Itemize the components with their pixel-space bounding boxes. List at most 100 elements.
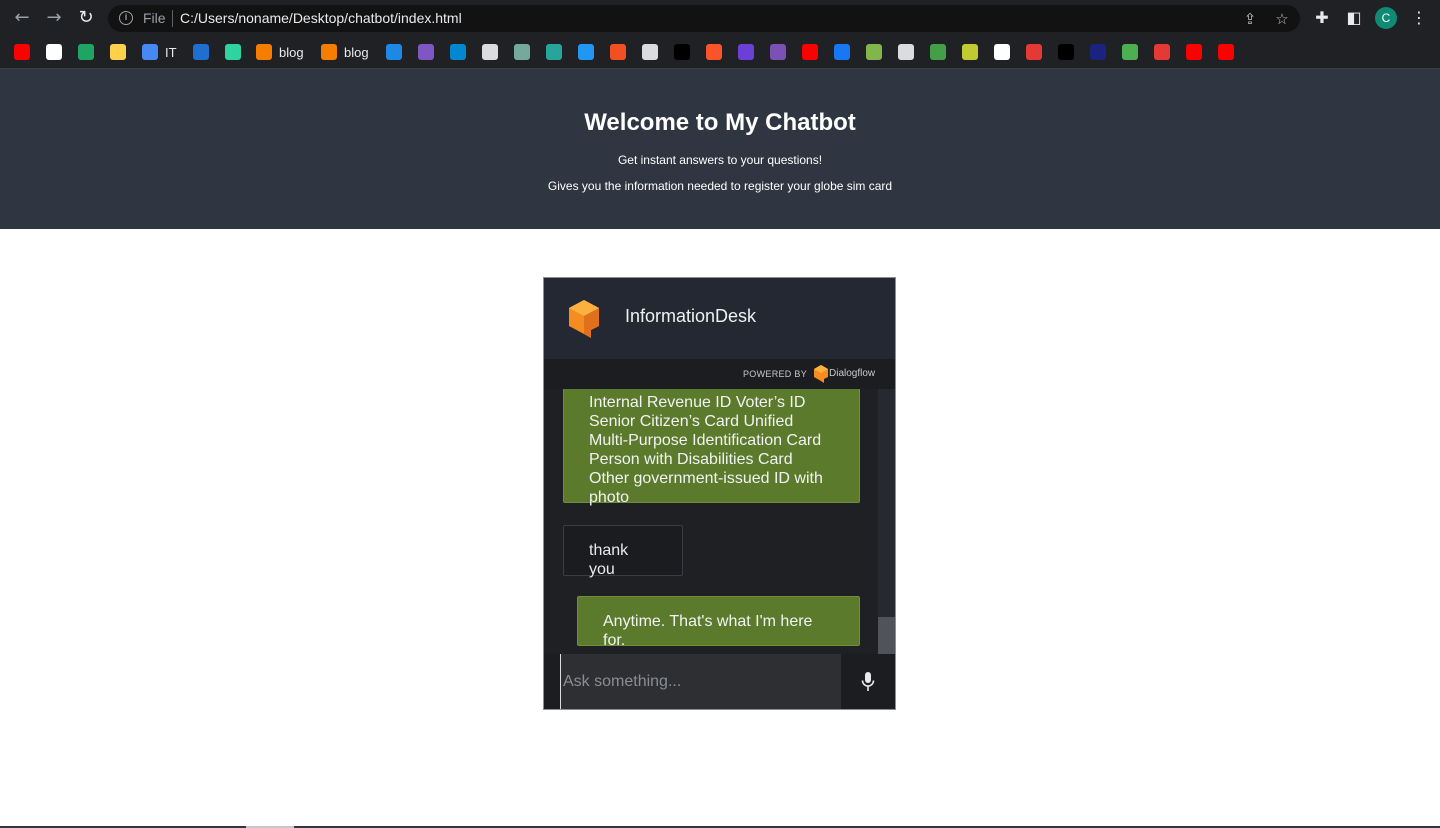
side-panel-icon[interactable]: ◧ (1342, 6, 1366, 30)
bookmark-label: IT (165, 44, 177, 60)
message-list: Internal Revenue ID Voter’s ID Senior Ci… (544, 389, 878, 654)
bookmark-item[interactable] (706, 42, 722, 62)
page-title: Welcome to My Chatbot (584, 109, 856, 136)
lock-icon (1154, 44, 1170, 60)
mic-button[interactable] (841, 654, 895, 709)
d-icon (386, 44, 402, 60)
bookmark-item[interactable] (770, 42, 786, 62)
bookmark-item[interactable] (46, 42, 62, 62)
user-message: thank you (563, 525, 683, 578)
globe-icon (898, 44, 914, 60)
google-drive-icon (142, 44, 158, 60)
dialogflow-small-icon (814, 365, 828, 383)
openai-icon (514, 44, 530, 60)
youtube-icon (1218, 44, 1234, 60)
browser-chrome: ← → ↻ i File C:/Users/noname/Desktop/cha… (0, 0, 1440, 69)
bookmark-item[interactable] (1090, 42, 1106, 62)
bookmark-item[interactable] (1218, 42, 1234, 62)
microsoft-icon (610, 44, 626, 60)
bookmark-item[interactable] (1122, 42, 1138, 62)
reload-icon[interactable]: ↻ (74, 6, 98, 30)
bookmark-item[interactable] (78, 42, 94, 62)
bookmark-item[interactable] (578, 42, 594, 62)
forward-icon[interactable]: → (42, 6, 66, 30)
ask-input[interactable] (560, 654, 841, 709)
x-icon (962, 44, 978, 60)
facebook-icon (834, 44, 850, 60)
address-separator (172, 10, 173, 27)
bookmark-item[interactable] (674, 42, 690, 62)
bookmark-item[interactable] (193, 42, 209, 62)
bookmark-item[interactable] (930, 42, 946, 62)
bookmark-item[interactable] (386, 42, 402, 62)
bookmark-item[interactable] (802, 42, 818, 62)
star-icon[interactable]: ☆ (1272, 9, 1292, 29)
wn-icon (450, 44, 466, 60)
message-scrollbar[interactable] (878, 389, 895, 654)
youtube-icon (1186, 44, 1202, 60)
bookmark-item[interactable] (110, 42, 126, 62)
google-drive-icon (78, 44, 94, 60)
youtube-icon (802, 44, 818, 60)
page-subtitle: Get instant answers to your questions! (617, 153, 823, 167)
address-bar[interactable]: i File C:/Users/noname/Desktop/chatbot/i… (108, 5, 1300, 32)
dialogflow-brand: Dialogflow (829, 368, 876, 379)
bookmark-item[interactable] (962, 42, 978, 62)
bookmark-item[interactable] (225, 42, 241, 62)
profile-avatar[interactable]: C (1375, 7, 1397, 29)
ff-icon (1058, 44, 1074, 60)
xml-icon (1090, 44, 1106, 60)
blogger-icon (256, 44, 272, 60)
bookmark-item[interactable] (866, 42, 882, 62)
extensions-icon[interactable]: ✚ (1310, 6, 1334, 30)
back-icon[interactable]: ← (10, 6, 34, 30)
bookmark-item[interactable] (834, 42, 850, 62)
url-text[interactable]: C:/Users/noname/Desktop/chatbot/index.ht… (180, 10, 462, 26)
bookmarks-bar: IT blog blog (0, 36, 1440, 68)
info-icon[interactable]: i (119, 11, 133, 25)
chess-icon (866, 44, 882, 60)
bookmark-item[interactable] (482, 42, 498, 62)
globe-icon (482, 44, 498, 60)
bookmark-item[interactable] (1186, 42, 1202, 62)
powered-by-label: POWERED BY (743, 369, 808, 379)
scrollbar-thumb[interactable] (878, 617, 895, 654)
box-icon (930, 44, 946, 60)
agent-message: Anytime. That's what I'm here for. (577, 596, 860, 649)
bootstrap-icon (770, 44, 786, 60)
vscode-icon (578, 44, 594, 60)
bookmark-item[interactable]: blog (256, 42, 304, 62)
bookmark-item[interactable] (994, 42, 1010, 62)
bookmark-item[interactable] (514, 42, 530, 62)
a-icon (994, 44, 1010, 60)
microphone-icon (861, 672, 875, 691)
page-header: Welcome to My Chatbot Get instant answer… (0, 69, 1440, 229)
bookmark-item[interactable] (738, 42, 754, 62)
bookmark-item[interactable] (1026, 42, 1042, 62)
bookmark-item[interactable] (642, 42, 658, 62)
bookmark-item[interactable] (14, 42, 30, 62)
menu-icon[interactable]: ⋮ (1407, 6, 1431, 30)
bookmark-item[interactable] (418, 42, 434, 62)
pluralsight-icon (225, 44, 241, 60)
blogger-icon (321, 44, 337, 60)
bookmark-item[interactable]: IT (142, 42, 177, 62)
share-icon[interactable]: ⇪ (1240, 9, 1260, 29)
bookmark-item[interactable] (546, 42, 562, 62)
globe-icon (642, 44, 658, 60)
chat-input-bar (544, 654, 895, 709)
browser-toolbar: ← → ↻ i File C:/Users/noname/Desktop/cha… (0, 0, 1440, 36)
bookmark-item[interactable] (1058, 42, 1074, 62)
r-icon (674, 44, 690, 60)
chat-header: InformationDesk (544, 278, 895, 359)
bookmark-item[interactable] (450, 42, 466, 62)
bookmark-item[interactable] (610, 42, 626, 62)
chat-widget: InformationDesk POWERED BY Dialogflow In… (543, 277, 896, 710)
bookmark-item[interactable] (1154, 42, 1170, 62)
powered-by-bar: POWERED BY Dialogflow (544, 359, 895, 389)
dialogflow-logo-icon (569, 300, 599, 338)
bookmark-item[interactable] (898, 42, 914, 62)
url-scheme: File (143, 10, 166, 26)
paypal-icon (193, 44, 209, 60)
bookmark-item[interactable]: blog (321, 42, 369, 62)
